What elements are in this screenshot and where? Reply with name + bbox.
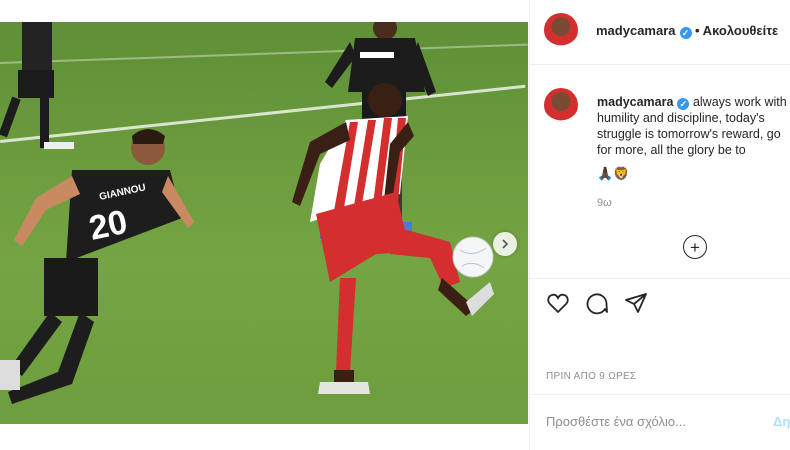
plus-circle-icon: + xyxy=(690,237,700,257)
verified-icon: ✓ xyxy=(679,27,692,39)
share-icon[interactable] xyxy=(624,291,648,315)
caption-avatar[interactable] xyxy=(544,88,578,122)
divider xyxy=(530,278,790,279)
chevron-right-icon xyxy=(502,239,509,249)
heart-icon[interactable] xyxy=(546,291,570,315)
post-photo[interactable]: 20 GIANNOU xyxy=(0,22,528,424)
caption-emojis: 🙏🏿🦁 xyxy=(597,166,630,181)
post-sidebar: madycamara ✓ • Ακολουθείτε madycamara ✓ al… xyxy=(529,0,790,450)
follow-status[interactable]: • Ακολουθείτε xyxy=(695,23,778,38)
header-username[interactable]: madycamara ✓ xyxy=(596,23,692,39)
divider xyxy=(530,394,790,395)
post-header: madycamara ✓ • Ακολουθείτε xyxy=(530,0,790,65)
caption: madycamara ✓ always work with humility an… xyxy=(597,94,790,158)
load-more-comments-button[interactable]: + xyxy=(683,235,707,259)
opponent-player: 20 GIANNOU xyxy=(0,129,194,404)
comment-input[interactable] xyxy=(546,414,746,429)
next-photo-button[interactable] xyxy=(493,232,517,256)
verified-icon: ✓ xyxy=(677,98,690,110)
caption-username[interactable]: madycamara ✓ xyxy=(597,95,690,110)
caption-time[interactable]: 9ω xyxy=(597,197,612,209)
action-bar xyxy=(546,291,648,315)
jersey-number: 20 xyxy=(86,203,131,248)
football xyxy=(452,236,494,278)
post-comment-button[interactable]: Δη xyxy=(773,414,790,429)
avatar[interactable] xyxy=(544,13,578,47)
comment-icon[interactable] xyxy=(585,291,609,315)
post-timestamp[interactable]: ΠΡΙΝ ΑΠΟ 9 ΩΡΕΣ xyxy=(546,371,636,382)
